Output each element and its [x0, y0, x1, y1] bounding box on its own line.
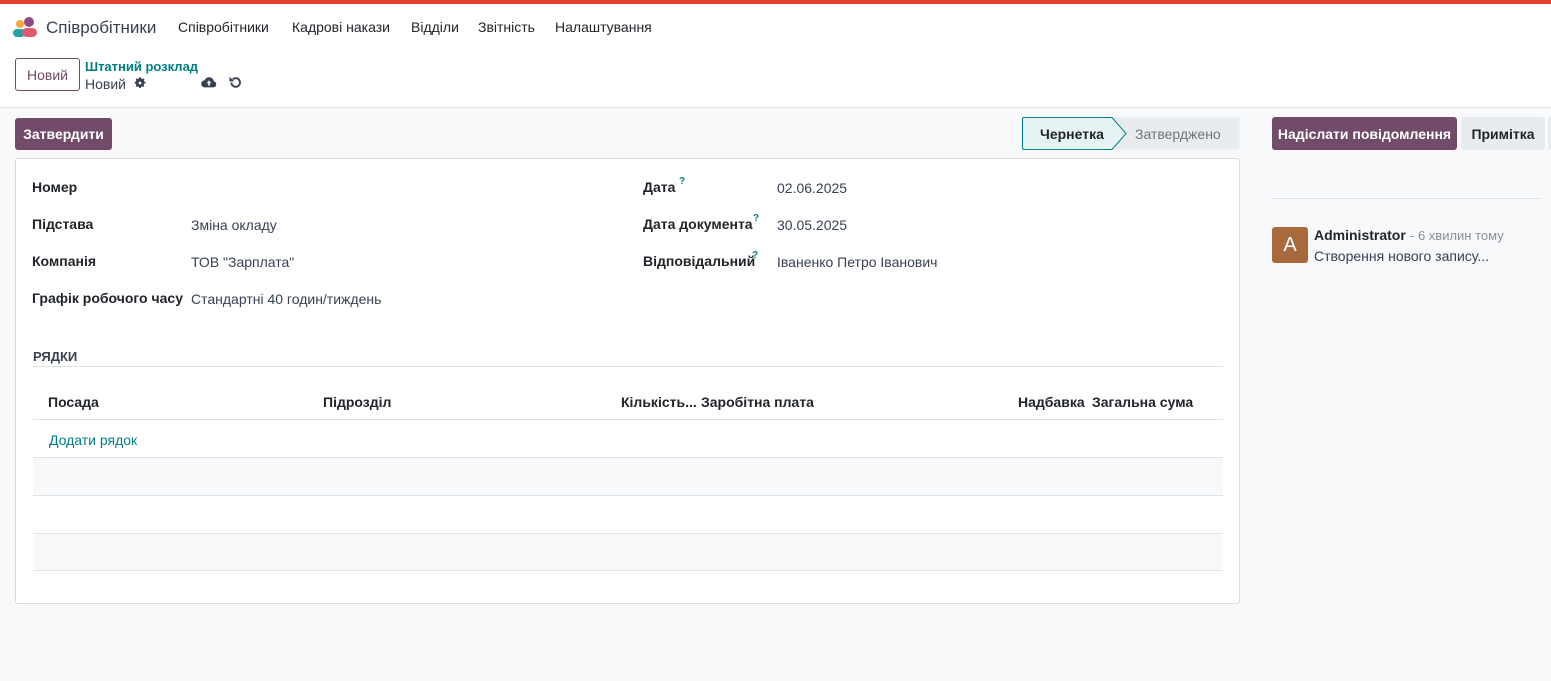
date-help-icon[interactable]: ?: [679, 176, 685, 187]
status-draft[interactable]: Чернетка: [1022, 117, 1140, 150]
control-panel: Новий Штатний розклад Новий: [0, 50, 1551, 108]
basis-label: Підстава: [32, 216, 94, 232]
status-draft-label: Чернетка: [1040, 126, 1104, 142]
responsible-label: Відповідальний: [643, 253, 756, 269]
menu-employees[interactable]: Співробітники: [178, 19, 269, 35]
menu-departments[interactable]: Відділи: [411, 19, 459, 35]
date-label: Дата: [643, 179, 676, 195]
company-label: Компанія: [32, 253, 97, 269]
responsible-field[interactable]: Іваненко Петро Іванович: [777, 254, 937, 270]
breadcrumb-staff-schedule[interactable]: Штатний розклад: [85, 59, 198, 74]
company-field[interactable]: ТОВ "Зарплата": [191, 254, 294, 270]
menu-settings[interactable]: Налаштування: [555, 19, 652, 35]
message-body: Створення нового запису...: [1314, 248, 1490, 264]
message-timestamp: - 6 хвилин тому: [1410, 228, 1504, 243]
work-schedule-field[interactable]: Стандартні 40 годин/тиждень: [191, 291, 381, 307]
approve-button[interactable]: Затвердити: [15, 118, 112, 150]
menu-hr-orders[interactable]: Кадрові накази: [292, 19, 390, 35]
gear-icon[interactable]: [133, 76, 147, 90]
message-author[interactable]: Administrator: [1314, 227, 1406, 243]
new-button[interactable]: Новий: [15, 58, 80, 91]
table-row: [33, 495, 1223, 533]
column-quantity[interactable]: Кількість...: [621, 394, 697, 410]
column-position[interactable]: Посада: [48, 394, 99, 410]
basis-field[interactable]: Зміна окладу: [191, 217, 277, 233]
employees-app-icon[interactable]: [12, 16, 38, 38]
document-date-label: Дата документа: [643, 216, 753, 232]
table-row: [33, 533, 1223, 571]
send-message-button[interactable]: Надіслати повідомлення: [1272, 117, 1457, 150]
date-field[interactable]: 02.06.2025: [777, 180, 847, 196]
form-sheet: Номер Підстава Зміна окладу Компанія ТОВ…: [15, 158, 1240, 604]
chatter-divider: [1272, 198, 1541, 199]
menu-reporting[interactable]: Звітність: [478, 19, 535, 35]
column-allowance[interactable]: Надбавка: [1018, 394, 1085, 410]
section-divider: [33, 366, 1223, 367]
undo-icon[interactable]: [228, 75, 243, 90]
avatar[interactable]: A: [1272, 227, 1308, 263]
lines-section-title: РЯДКИ: [33, 349, 78, 364]
table-header-divider: [33, 419, 1223, 420]
responsible-help-icon[interactable]: ?: [752, 250, 758, 261]
status-approved[interactable]: Затверджено: [1135, 126, 1221, 142]
record-name: Новий: [85, 76, 126, 92]
column-department[interactable]: Підрозділ: [323, 394, 391, 410]
cloud-upload-icon[interactable]: [201, 75, 217, 91]
column-total[interactable]: Загальна сума: [1092, 394, 1193, 410]
column-salary[interactable]: Заробітна плата: [701, 394, 814, 410]
status-bar: Чернетка Затверджено: [1022, 117, 1240, 150]
number-label: Номер: [32, 179, 78, 195]
table-row: [33, 457, 1223, 495]
add-line-link[interactable]: Додати рядок: [49, 432, 137, 448]
document-date-field[interactable]: 30.05.2025: [777, 217, 847, 233]
document-date-help-icon[interactable]: ?: [753, 213, 759, 224]
app-name[interactable]: Співробітники: [46, 18, 156, 38]
top-navbar: Співробітники Співробітники Кадрові нака…: [0, 4, 1551, 50]
log-note-button[interactable]: Примітка: [1461, 117, 1545, 150]
work-schedule-label: Графік робочого часу: [32, 290, 183, 306]
